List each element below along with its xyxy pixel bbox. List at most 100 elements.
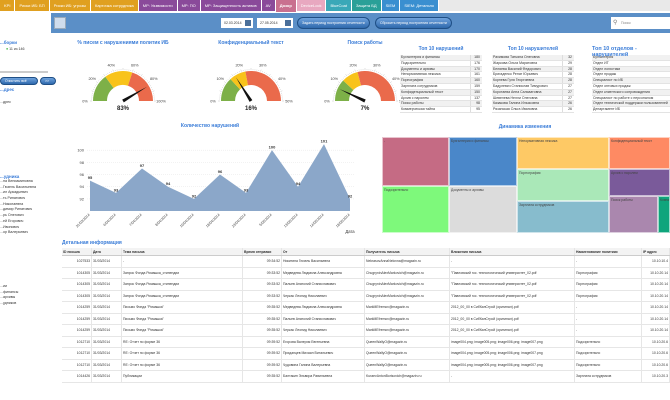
column-header[interactable]: Дата [92, 248, 122, 255]
list-item[interactable]: Департамент ИБ [592, 107, 670, 113]
column-header[interactable]: Вложения письма [450, 248, 575, 255]
tab-13[interactable]: SIEM: Детально [400, 0, 440, 11]
gauge-band-red [357, 71, 395, 101]
table-cell: 09:35:52 [243, 302, 282, 313]
treemap-cell[interactable]: Конфиденциальный текст [609, 137, 670, 169]
table-row[interactable]: 1014305 31/03/2014 Запрос Фонда Ромашка_ст… [62, 290, 670, 302]
tab-9[interactable]: DeviceLock [296, 0, 327, 11]
treemap-cell[interactable]: Архив с паролем [609, 169, 670, 196]
set-period-button[interactable]: Задать период построения отчетности [297, 17, 370, 29]
table-cell: Балтакин Эльвира Равильевна [282, 371, 365, 382]
column-header[interactable]: Наименование политики [575, 248, 642, 255]
treemap-cell[interactable]: Бухгалтерия и финансы [449, 137, 517, 186]
tab-5[interactable]: МР: ПО [177, 0, 201, 11]
treemap-cell[interactable]: - [382, 137, 449, 186]
tab-8[interactable]: Дозор [275, 0, 297, 12]
table-cell: ChugryninAlexMarkovich@magazin.ru [365, 267, 450, 278]
table-cell: - [575, 325, 642, 336]
list-item[interactable]: Рязанская Ольга Ивановна 26 [492, 107, 574, 113]
treemap: - Подозрительно Бухгалтерия и финансы Докум… [382, 137, 670, 233]
table-cell: 2012_00_00 в СибКапСтрой (оригинал).pdf [450, 325, 575, 336]
treemap-cell[interactable]: Порнография [517, 169, 609, 201]
tab-11[interactable]: Защита БД [351, 0, 382, 11]
address-item[interactable]: ...дрес [0, 100, 58, 104]
tab-12[interactable]: SIEM [381, 0, 401, 11]
data-label: 92 [192, 193, 197, 198]
policy-item[interactable]: ...удников [0, 301, 58, 307]
scrollbar[interactable] [0, 71, 48, 73]
data-label: 96 [218, 169, 223, 174]
y-tick-label: 100 [77, 148, 84, 153]
table-row[interactable]: 1027533 31/03/2014-09:34:52 Никитина Гюзел… [62, 256, 670, 268]
list-item[interactable]: Коммерческая тайна 95 [400, 107, 482, 113]
treemap-cell[interactable]: Документы и архивы [449, 186, 517, 233]
table-row[interactable]: 1014426 31/03/2014 Публикации 09:35:52 Балта… [62, 371, 670, 383]
column-header[interactable]: IP адрес [642, 248, 670, 255]
tab-0[interactable]: KPI [0, 0, 16, 11]
treemap-cell[interactable]: Подозрительно [382, 186, 449, 233]
table-cell: 10.10.20.14 [642, 267, 670, 278]
gauge-tick [152, 90, 155, 92]
search-input[interactable]: ⚲ Поиск [611, 17, 670, 29]
table-row[interactable]: 1014259 31/03/2014 Письмо Фонда "Ромашка" 0… [62, 313, 670, 325]
item-count: 137 [470, 95, 482, 101]
calendar-icon[interactable] [245, 20, 251, 26]
gauge-tick [388, 80, 390, 82]
treemap-cell[interactable]: Ненормативная лексика [517, 137, 609, 169]
table-cell: 09:33:52 [243, 267, 282, 278]
table-row[interactable]: 1014305 31/03/2014 Запрос Фонда Ромашка_ст… [62, 267, 670, 279]
column-header[interactable]: Получатель письма [365, 248, 450, 255]
date-to-value: 27.05.2014 [260, 21, 278, 25]
reset-period-button[interactable]: Сбросить период построения отчетности [375, 17, 452, 29]
date-to-input[interactable]: 27.05.2014 [257, 18, 293, 28]
column-header[interactable]: Время отправки [243, 248, 282, 255]
tab-3[interactable]: Карточка сотрудника [90, 0, 139, 11]
column-header[interactable]: Тема письма [122, 248, 243, 255]
employee-list: ...на Вениаминовна ...Гюзель Васильевна..… [0, 179, 58, 236]
tab-1[interactable]: Риски ИБ: БП [15, 0, 50, 11]
treemap-cell[interactable]: Зарплата сотрудников [517, 201, 609, 233]
gauge-tick [341, 78, 343, 80]
treemap-cell[interactable]: Коммерческая тайна [658, 196, 670, 233]
app-icon[interactable] [54, 17, 66, 29]
table-row[interactable]: 1014259 31/03/2014 Письмо Фонда "Ромашка" 0… [62, 325, 670, 337]
gauge-tick [394, 90, 397, 92]
item-name: Бадулевич Станислав Тимурович [493, 83, 548, 88]
tab-4[interactable]: МР: Уязвимости [138, 0, 178, 11]
table-cell: 10.10.20.14 [642, 313, 670, 324]
item-name: Беляева Василий Федорович [493, 66, 541, 71]
tab-2[interactable]: Риски ИБ: угрозы [49, 0, 91, 11]
next-button[interactable]: >> [40, 77, 56, 85]
gauge-tick [387, 78, 389, 80]
table-cell: Публикации [122, 371, 243, 382]
table-row[interactable]: 1012710 31/03/2014 RE: Отчет по форме 36 09… [62, 348, 670, 360]
gauge-tick [146, 80, 148, 82]
table-row[interactable]: 1014259 31/03/2014 Письмо Фонда "Ромашка" 0… [62, 302, 670, 314]
calendar-icon[interactable] [285, 20, 291, 26]
tab-7[interactable]: AV [261, 0, 276, 11]
table-cell: 09:35:52 [243, 371, 282, 382]
table-cell: Письмо Фонда "Ромашка" [122, 325, 243, 336]
employee-item[interactable]: ...ор Валерьевич [0, 230, 58, 236]
table-row[interactable]: 1012710 31/03/2014 RE: Отчет по форме 36 09… [62, 336, 670, 348]
tab-6[interactable]: МР: Защищенность активов [200, 0, 262, 11]
table-cell: MarkMEfremov@magazin.ru [365, 325, 450, 336]
clear-all-button[interactable]: Очистить всё [0, 77, 38, 85]
x-tick-label: 13/05/2014 [283, 213, 299, 229]
top-departments-panel: Топ 10 отделов - нарушителей Бухгалтерия… [592, 46, 670, 113]
gauge-tick [383, 74, 385, 77]
treemap-cell[interactable]: Поиск работы [609, 196, 658, 233]
y-tick-label: 98 [80, 160, 85, 165]
item-count: 176 [470, 60, 482, 66]
item-count: 180 [470, 55, 482, 60]
table-cell: Черкас Леонид Николаевич [282, 325, 365, 336]
top-violations-title: Топ 10 нарушений [418, 46, 464, 52]
table-row[interactable]: 1012710 31/03/2014 RE: Отчет по форме 36 09… [62, 359, 670, 371]
column-header[interactable]: От [282, 248, 365, 255]
tab-10[interactable]: BlueCoat [326, 0, 352, 11]
date-from-input[interactable]: 02.03.2014 [221, 18, 253, 28]
data-label: 95 [88, 175, 93, 180]
data-label: 93 [244, 187, 249, 192]
table-row[interactable]: 1014305 31/03/2014 Запрос Фонда Ромашка_ст… [62, 279, 670, 291]
column-header[interactable]: ID письма [62, 248, 92, 255]
